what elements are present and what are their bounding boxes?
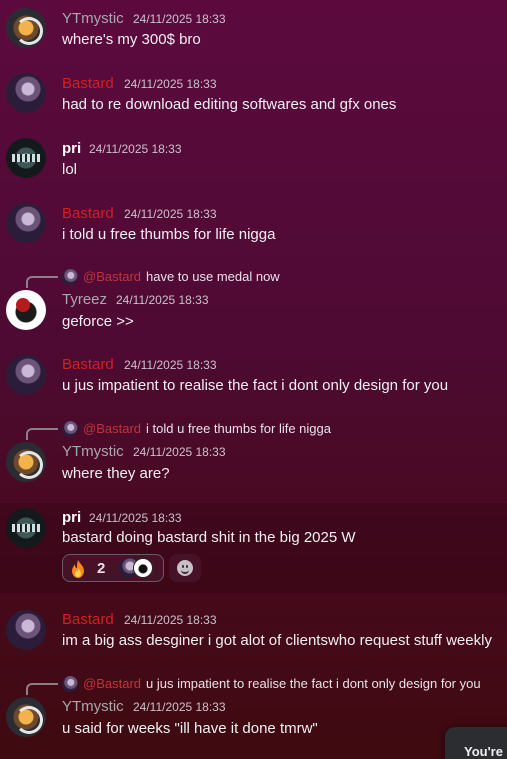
avatar[interactable] — [6, 697, 46, 737]
message-text: geforce >> — [62, 313, 134, 330]
reply-mention[interactable]: @Bastard — [83, 421, 141, 437]
timestamp: 24/11/2025 18:33 — [116, 293, 209, 307]
message[interactable]: @Bastard have to use medal now Tyreez 24… — [0, 266, 507, 342]
reply-mention[interactable]: @Bastard — [83, 676, 141, 692]
reply-spine — [26, 683, 58, 695]
timestamp: 24/11/2025 18:33 — [89, 511, 182, 525]
author-name[interactable]: Tyreez — [62, 291, 107, 309]
message-text: u jus impatient to realise the fact i do… — [62, 377, 449, 394]
reactor-avatar — [133, 558, 153, 578]
message[interactable]: pri 24/11/2025 18:33 lol — [0, 134, 507, 190]
avatar[interactable] — [6, 442, 46, 482]
avatar[interactable] — [6, 8, 46, 48]
avatar[interactable] — [6, 203, 46, 243]
message[interactable]: Bastard 24/11/2025 18:33 u jus impatient… — [0, 351, 507, 407]
avatar[interactable] — [6, 73, 46, 113]
message-text: bastard doing bastard shit in the big 20… — [62, 529, 356, 546]
avatar[interactable] — [6, 138, 46, 178]
toast-popup[interactable]: You're V — [445, 727, 507, 759]
timestamp: 24/11/2025 18:33 — [124, 77, 217, 91]
message-text: lol — [62, 161, 78, 178]
timestamp: 24/11/2025 18:33 — [124, 613, 217, 627]
reply-spine — [26, 276, 58, 288]
message[interactable]: Bastard 24/11/2025 18:33 i told u free t… — [0, 199, 507, 255]
timestamp: 24/11/2025 18:33 — [133, 12, 226, 26]
message[interactable]: pri 24/11/2025 18:33 bastard doing basta… — [0, 503, 507, 593]
avatar[interactable] — [6, 290, 46, 330]
reaction-fire[interactable]: 2 — [62, 554, 164, 582]
author-name[interactable]: YTmystic — [62, 698, 124, 716]
message-text: where's my 300$ bro — [62, 31, 201, 48]
avatar[interactable] — [6, 610, 46, 650]
message[interactable]: Bastard 24/11/2025 18:33 had to re downl… — [0, 69, 507, 125]
reply-text[interactable]: u jus impatient to realise the fact i do… — [146, 676, 481, 692]
message[interactable]: @Bastard i told u free thumbs for life n… — [0, 418, 507, 494]
reply-mention[interactable]: @Bastard — [83, 269, 141, 285]
message[interactable]: Bastard 24/11/2025 18:33 im a big ass de… — [0, 606, 507, 662]
fire-icon — [72, 560, 84, 578]
timestamp: 24/11/2025 18:33 — [124, 207, 217, 221]
reply-spine — [26, 428, 58, 440]
message-text: had to re download editing softwares and… — [62, 96, 397, 113]
author-name[interactable]: Bastard — [62, 75, 114, 93]
author-name[interactable]: Bastard — [62, 205, 114, 223]
avatar[interactable] — [6, 508, 46, 548]
author-name[interactable]: pri — [62, 509, 81, 527]
reply-preview[interactable]: @Bastard have to use medal now — [0, 268, 507, 288]
author-name[interactable]: YTmystic — [62, 10, 124, 28]
author-name[interactable]: YTmystic — [62, 443, 124, 461]
author-name[interactable]: Bastard — [62, 611, 114, 629]
author-name[interactable]: Bastard — [62, 356, 114, 374]
reply-preview[interactable]: @Bastard u jus impatient to realise the … — [0, 675, 507, 695]
reply-text[interactable]: have to use medal now — [146, 269, 280, 285]
reply-text[interactable]: i told u free thumbs for life nigga — [146, 421, 331, 437]
message[interactable]: YTmystic 24/11/2025 18:33 where's my 300… — [0, 4, 507, 60]
message-text: i told u free thumbs for life nigga — [62, 226, 276, 243]
message-text: im a big ass desginer i got alot of clie… — [62, 632, 492, 649]
reply-avatar — [62, 676, 78, 692]
add-reaction-button[interactable] — [169, 554, 201, 582]
timestamp: 24/11/2025 18:33 — [89, 142, 182, 156]
message[interactable]: @Bastard u jus impatient to realise the … — [0, 673, 507, 749]
timestamp: 24/11/2025 18:33 — [133, 445, 226, 459]
reply-avatar — [62, 269, 78, 285]
author-name[interactable]: pri — [62, 140, 81, 158]
reply-avatar — [62, 421, 78, 437]
toast-text: You're V — [464, 744, 507, 759]
timestamp: 24/11/2025 18:33 — [124, 358, 217, 372]
message-text: where they are? — [62, 465, 170, 482]
reaction-count: 2 — [97, 560, 106, 577]
avatar[interactable] — [6, 355, 46, 395]
reactor-avatars — [119, 558, 159, 580]
timestamp: 24/11/2025 18:33 — [133, 700, 226, 714]
reply-preview[interactable]: @Bastard i told u free thumbs for life n… — [0, 420, 507, 440]
message-text: u said for weeks "ill have it done tmrw" — [62, 720, 318, 737]
